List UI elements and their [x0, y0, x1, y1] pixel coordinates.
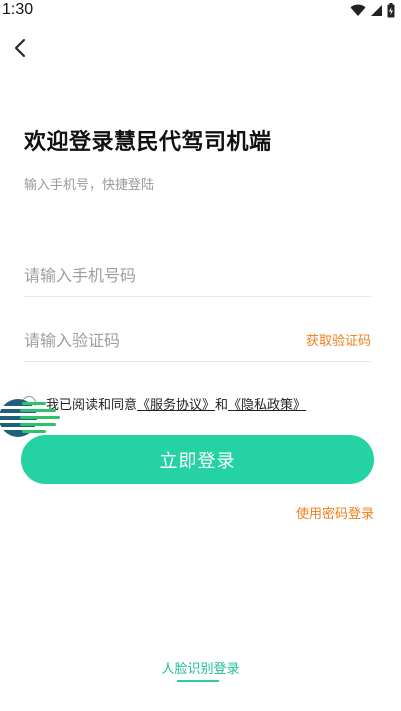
- code-field: 获取验证码: [24, 318, 371, 362]
- login-button[interactable]: 立即登录: [21, 435, 374, 484]
- phone-input[interactable]: [24, 253, 274, 297]
- status-bar: 1:30: [0, 0, 401, 22]
- agreement-joiner: 和: [215, 398, 229, 413]
- phone-field: [24, 253, 371, 297]
- battery-charging-icon: [387, 3, 395, 18]
- back-button[interactable]: [6, 34, 34, 62]
- page-subtitle: 输入手机号，快捷登陆: [24, 178, 155, 193]
- wifi-icon: [350, 4, 366, 16]
- password-login-link[interactable]: 使用密码登录: [296, 503, 374, 522]
- status-time: 1:30: [2, 1, 34, 18]
- get-code-button[interactable]: 获取验证码: [306, 330, 371, 349]
- privacy-policy-link[interactable]: 《隐私政策》: [228, 398, 306, 413]
- agreement-row: 我已阅读和同意《服务协议》和《隐私政策》: [0, 392, 401, 418]
- chevron-left-icon: [15, 39, 25, 57]
- agreement-text: 我已阅读和同意《服务协议》和《隐私政策》: [46, 394, 306, 413]
- service-agreement-link[interactable]: 《服务协议》: [137, 398, 215, 413]
- status-icons: [350, 3, 395, 18]
- verification-code-input[interactable]: [24, 318, 274, 362]
- cellular-signal-icon: [371, 5, 382, 16]
- floating-logo-icon[interactable]: [0, 396, 60, 440]
- face-login-underline: [177, 680, 219, 682]
- page-title: 欢迎登录慧民代驾司机端: [24, 130, 272, 155]
- face-login-link[interactable]: 人脸识别登录: [0, 658, 401, 677]
